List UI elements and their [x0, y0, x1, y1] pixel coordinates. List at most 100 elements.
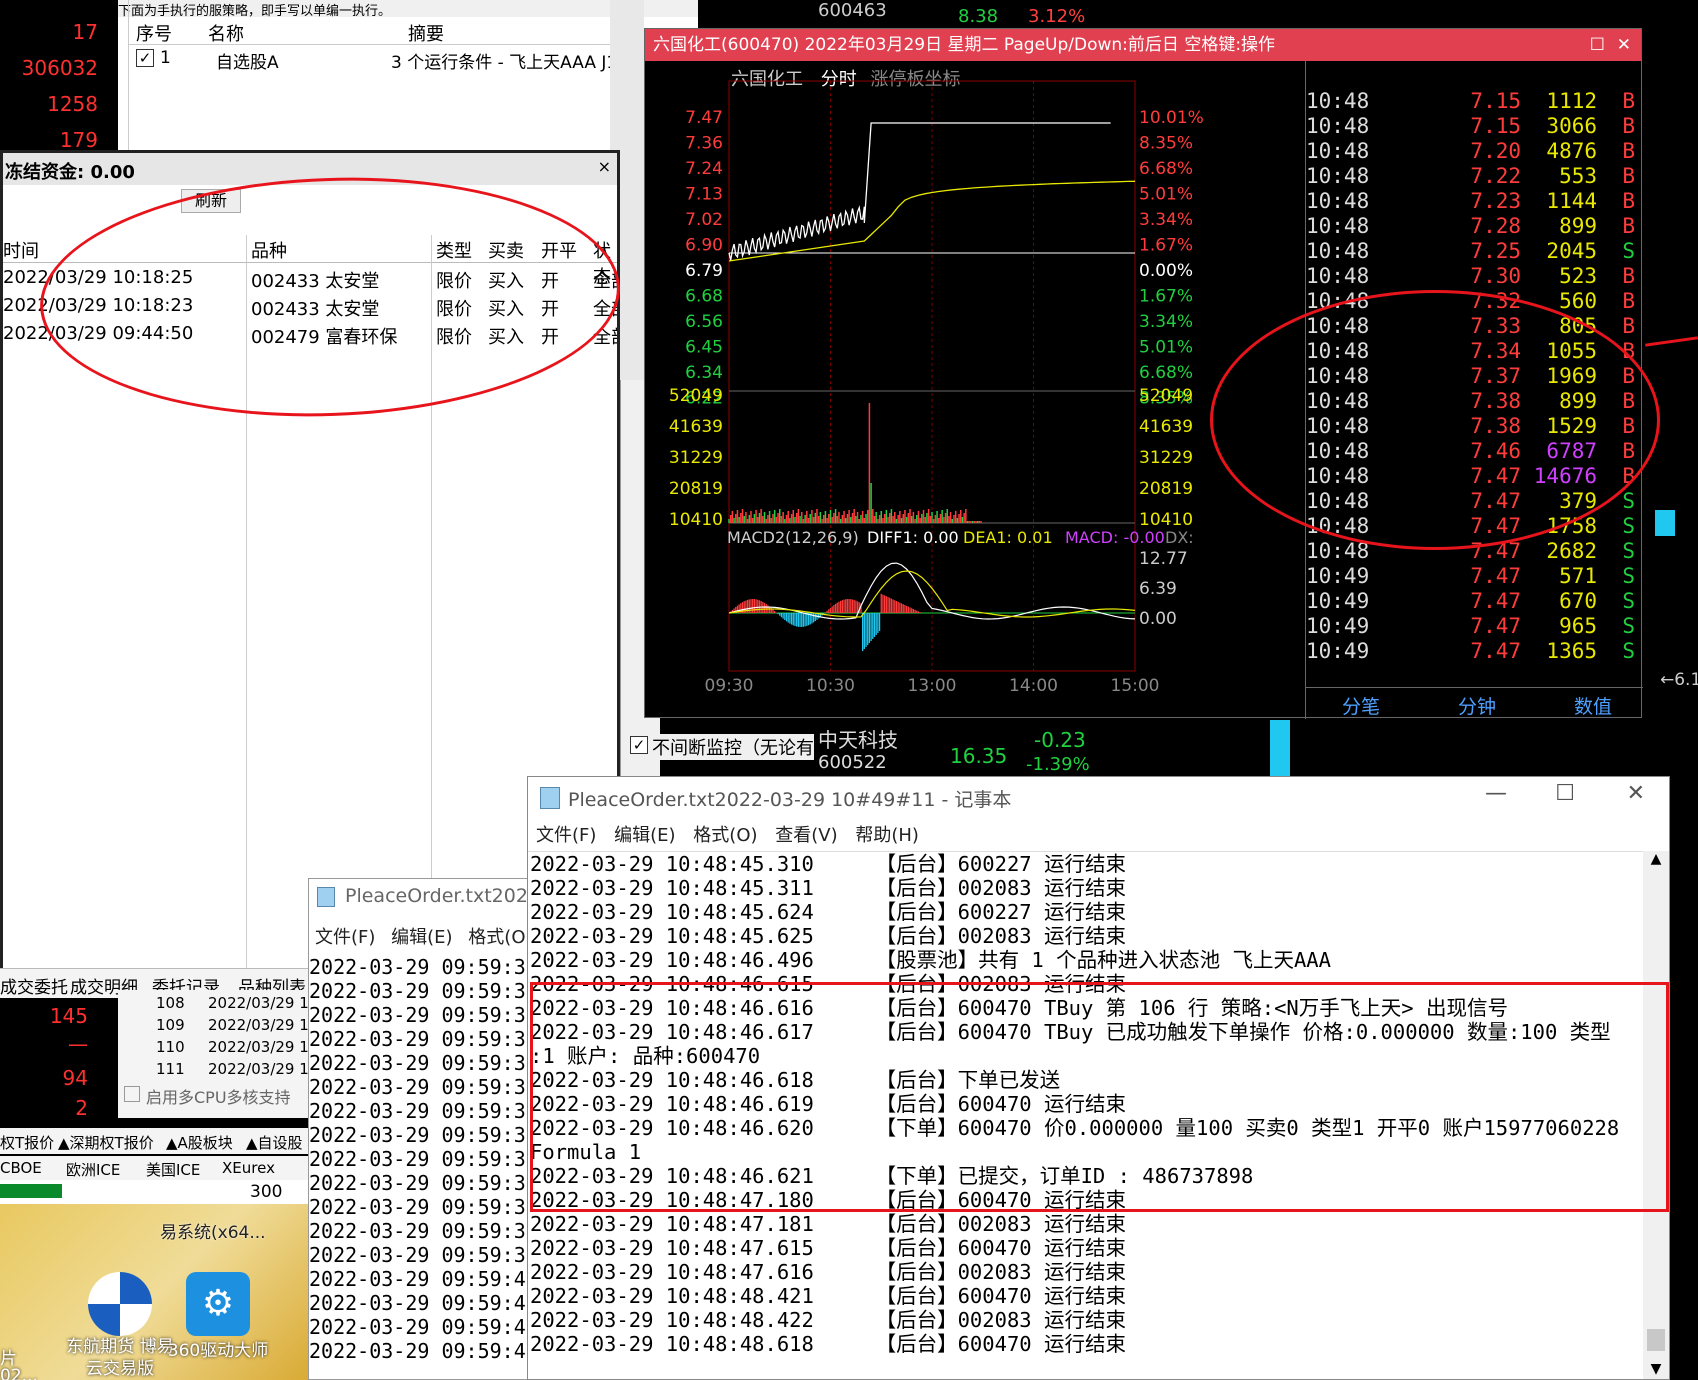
minimize-icon[interactable]: —	[1485, 781, 1507, 806]
tab-minutes[interactable]: 分钟	[1458, 692, 1496, 719]
cpu-label: 启用多CPU多核支持	[146, 1088, 291, 1107]
trade-v: 1144	[1546, 189, 1597, 213]
menu-edit[interactable]: 编辑(E)	[614, 825, 675, 846]
menu-format[interactable]: 格式(O)	[693, 825, 757, 846]
desktop-icon-360[interactable]: ⚙ 360驱动大师	[158, 1272, 278, 1372]
trade-s: B	[1622, 289, 1635, 313]
time-tick: 09:30	[705, 676, 754, 696]
trade-t: 10:48	[1306, 189, 1370, 213]
stock-code: 600463	[818, 0, 887, 21]
pct-tick: 1.67%	[1139, 287, 1193, 307]
bg-value: 94	[62, 1066, 88, 1090]
tab-cboe[interactable]: CBOE	[0, 1159, 42, 1177]
trade-v: 670	[1559, 589, 1597, 613]
trade-v: 553	[1559, 164, 1597, 188]
cyan-candle	[1270, 720, 1290, 780]
pct-tick: 6.68%	[1139, 159, 1193, 179]
trade-v: 3066	[1546, 114, 1597, 138]
tab-a-share-sector[interactable]: ▲A股板块	[166, 1132, 233, 1153]
close-icon[interactable]: ✕	[1617, 29, 1631, 61]
tab-order-trade[interactable]: 成交委托	[0, 973, 68, 998]
trade-t: 10:48	[1306, 139, 1370, 163]
stock-quote-bottom: 中天科技 600522 16.35 -0.23 -1.39%	[818, 722, 1118, 778]
col-summary[interactable]: 摘要	[408, 20, 444, 46]
trade-v: 523	[1559, 264, 1597, 288]
row-index: 1	[160, 48, 171, 68]
stock-price: 8.38	[958, 6, 999, 27]
stock-name: 中天科技	[818, 728, 898, 752]
row-checkbox[interactable]: ✓	[136, 49, 154, 67]
time-tick: 13:00	[908, 676, 957, 696]
menu-edit[interactable]: 编辑(E)	[391, 927, 452, 948]
close-icon[interactable]: ✕	[1627, 781, 1645, 806]
tab-ticks[interactable]: 分笔	[1342, 692, 1380, 719]
volume-tick: 31229	[669, 448, 723, 468]
trade-p: 7.23	[1470, 189, 1521, 213]
tab-option-quote[interactable]: 权T报价	[0, 1132, 54, 1153]
col-name[interactable]: 名称	[208, 20, 244, 46]
intraday-chart[interactable]: 7.47 7.36 7.24 7.13 7.02 6.90 6.79 6.68 6.56 6.45…	[645, 61, 1305, 719]
menu-view[interactable]: 查看(V)	[775, 825, 837, 846]
col-time[interactable]: 时间	[3, 237, 39, 263]
tab-eu-ice[interactable]: 欧洲ICE	[66, 1159, 120, 1180]
tab-us-ice[interactable]: 美国ICE	[146, 1159, 200, 1180]
tab-sz-option-quote[interactable]: ▲深期权T报价	[58, 1132, 154, 1153]
price-tick: 7.24	[685, 159, 723, 179]
price-tick: 6.90	[685, 236, 723, 256]
monitor-checkbox[interactable]: ✓	[630, 736, 648, 754]
side-candle	[1655, 510, 1675, 536]
tab-custom-stock[interactable]: ▲自设股	[246, 1132, 303, 1153]
volume-tick: 52049	[669, 386, 723, 406]
pct-tick: 3.34%	[1139, 210, 1193, 230]
scroll-down-icon[interactable]: ▼	[1643, 1361, 1669, 1377]
log-line: 2022-03-29 09:59:3	[309, 979, 526, 1003]
chart-title: 六国化工(600470) 2022年03月29日 星期二 PageUp/Down…	[653, 35, 1276, 55]
pct-tick: 0.00%	[1139, 261, 1193, 281]
list-item-time: 2022/03/29 1	[208, 1060, 309, 1078]
scroll-up-icon[interactable]: ▲	[1643, 851, 1669, 867]
list-item[interactable]: 109 2022/03/29 1	[118, 1014, 320, 1036]
macd-tick: 6.39	[1139, 579, 1177, 599]
trade-tab-bar: 分笔 分钟 数值	[1306, 687, 1643, 719]
log-line: 2022-03-29 10:48:47.615 【后台】600470 运行结束	[530, 1236, 1126, 1260]
close-icon[interactable]: ×	[598, 157, 611, 176]
list-item[interactable]: 108 2022/03/29 1	[118, 992, 320, 1014]
menu-file[interactable]: 文件(F)	[315, 927, 375, 948]
trade-s: B	[1622, 314, 1635, 338]
price-tick: 7.02	[685, 210, 723, 230]
price-tick: 6.68	[685, 287, 723, 307]
bg-value: —	[68, 1032, 88, 1056]
log-line: 2022-03-29 10:48:48.421 【后台】600470 运行结束	[530, 1284, 1126, 1308]
maximize-icon[interactable]: ☐	[1590, 29, 1605, 61]
trade-t: 10:49	[1306, 614, 1370, 638]
log-line: 2022-03-29 10:48:46.496 【股票池】共有 1 个品种进入状…	[530, 948, 1331, 972]
trade-t: 10:48	[1306, 164, 1370, 188]
notepad-back-icon	[317, 887, 335, 907]
trade-t: 10:48	[1306, 89, 1370, 113]
trade-v: 4876	[1546, 139, 1597, 163]
desktop-icon-label: 360驱动大师	[167, 1341, 269, 1361]
menu-format[interactable]: 格式(O)	[468, 927, 532, 948]
tab-values[interactable]: 数值	[1574, 692, 1612, 719]
menu-file[interactable]: 文件(F)	[536, 825, 596, 846]
log-line: 2022-03-29 09:59:4	[309, 1291, 526, 1315]
scroll-thumb[interactable]	[1647, 1329, 1665, 1351]
pct-tick: 1.67%	[1139, 236, 1193, 256]
trade-p: 7.25	[1470, 239, 1521, 263]
list-item-time: 2022/03/29 1	[208, 1038, 309, 1056]
col-index[interactable]: 序号	[136, 20, 172, 46]
list-item[interactable]: 111 2022/03/29 1	[118, 1058, 320, 1080]
maximize-icon[interactable]: ☐	[1555, 781, 1575, 806]
notepad-back-titlebar: PleaceOrder.txt2022	[309, 879, 537, 915]
log-line: 2022-03-29 09:59:3	[309, 1027, 526, 1051]
list-item[interactable]: 110 2022/03/29 1	[118, 1036, 320, 1058]
list-item-num: 109	[156, 1016, 185, 1034]
cpu-checkbox[interactable]	[124, 1086, 140, 1102]
menu-help[interactable]: 帮助(H)	[855, 825, 919, 846]
trade-v: 560	[1559, 289, 1597, 313]
trade-t: 10:48	[1306, 239, 1370, 263]
tab-xeurex[interactable]: XEurex	[222, 1159, 275, 1177]
volume-tick: 41639	[669, 417, 723, 437]
macd-label: DX:	[1165, 528, 1194, 547]
list-item-num: 108	[156, 994, 185, 1012]
